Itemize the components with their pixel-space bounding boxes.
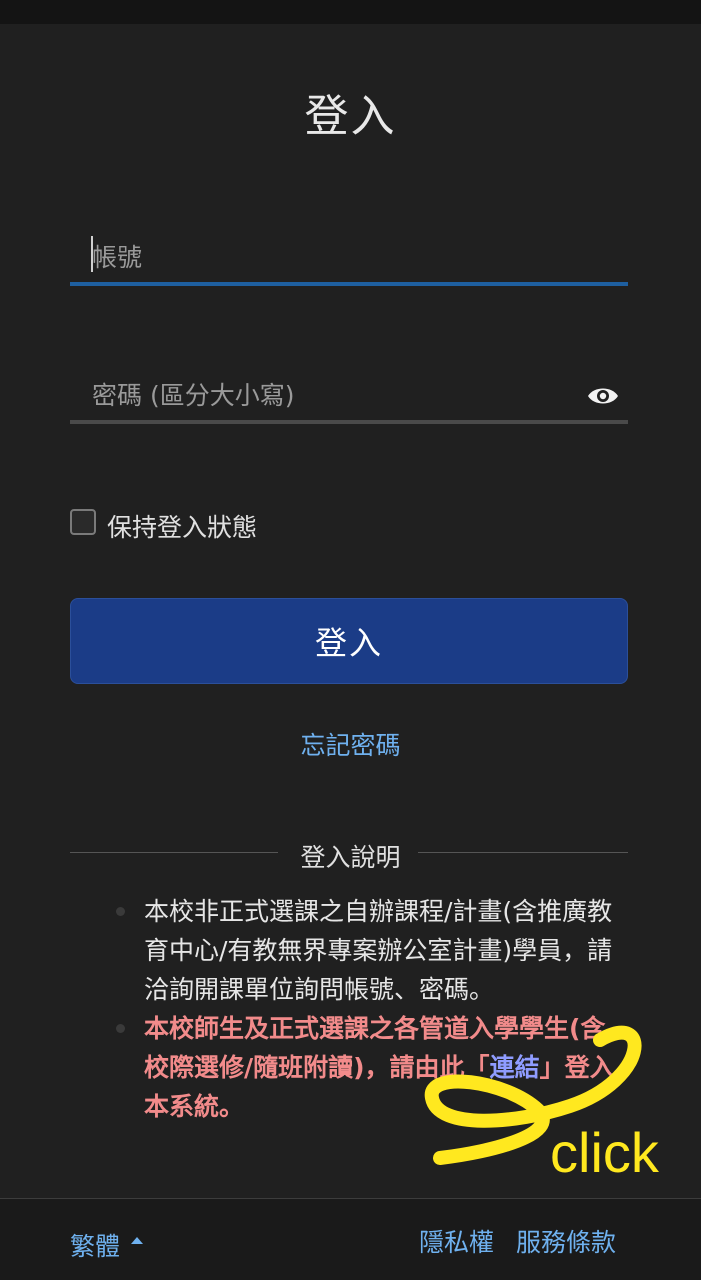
username-field[interactable]: 帳號 [70,226,628,286]
caret-up-icon[interactable] [130,1235,144,1245]
bullet-icon [116,1024,125,1033]
click-annotation: click [424,1025,660,1184]
username-placeholder: 帳號 [92,243,143,272]
help-note-1: 本校非正式選課之自辦課程/計畫(含推廣教育中心/有教無界專案辦公室計畫)學員，請… [116,892,616,1009]
terms-link[interactable]: 服務條款 [516,1223,616,1259]
forgot-password-link[interactable]: 忘記密碼 [0,726,701,762]
status-bar [0,0,701,24]
help-title: 登入說明 [300,843,401,872]
remember-checkbox[interactable] [70,509,96,535]
password-placeholder: 密碼 (區分大小寫) [92,381,295,410]
page-title: 登入 [304,91,397,142]
bullet-icon [116,907,125,916]
help-note-1-text: 本校非正式選課之自辦課程/計畫(含推廣教育中心/有教無界專案辦公室計畫)學員，請… [144,897,613,1004]
footer: 繁體 隱私權 服務條款 [0,1198,701,1280]
password-field[interactable]: 密碼 (區分大小寫) [70,364,628,424]
username-underline [70,282,628,286]
language-selector[interactable]: 繁體 [70,1227,120,1263]
eye-icon[interactable] [586,382,620,410]
password-underline [70,420,628,424]
click-annotation-text: click [550,1121,660,1184]
login-button[interactable]: 登入 [70,598,628,684]
privacy-link[interactable]: 隱私權 [419,1223,494,1259]
remember-label: 保持登入狀態 [107,513,258,542]
